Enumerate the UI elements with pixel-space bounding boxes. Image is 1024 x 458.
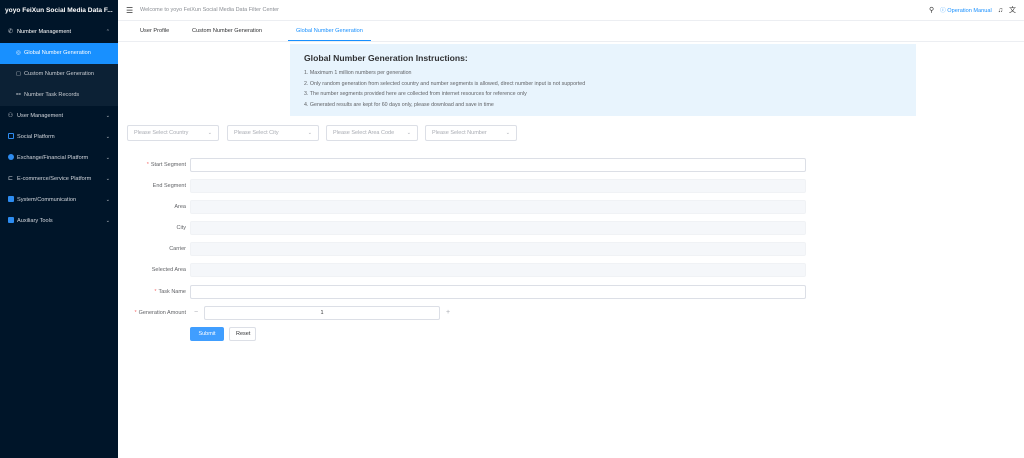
document-icon: ▢ <box>15 64 22 85</box>
manual-label: Operation Manual <box>947 8 991 14</box>
chevron-down-icon: ⌄ <box>506 126 510 140</box>
city-label: City <box>177 221 186 235</box>
generation-amount-input[interactable]: 1 <box>204 306 440 320</box>
menu-toggle-icon[interactable]: ☰ <box>126 6 133 15</box>
tools-icon <box>7 211 14 232</box>
area-code-select-placeholder: Please Select Area Code <box>333 130 394 136</box>
instruction-line: 1. Maximum 1 million numbers per generat… <box>304 68 902 79</box>
task-name-input[interactable] <box>190 285 806 299</box>
generation-amount-label: *Generation Amount <box>134 306 186 320</box>
sidebar-item-label: Number Management <box>17 29 71 35</box>
search-icon[interactable]: ⚲ <box>929 6 934 14</box>
brand-title: yoyo FeiXun Social Media Data F... <box>0 0 118 22</box>
top-header: ☰ Welcome to yoyo FeiXun Social Media Da… <box>118 0 1024 21</box>
tab-custom-number-generation[interactable]: Custom Number Generation <box>192 21 262 41</box>
sidebar: yoyo FeiXun Social Media Data F... ✆Numb… <box>0 0 118 458</box>
sidebar-item-system-communication[interactable]: System/Communication ⌄ <box>0 190 118 211</box>
chevron-down-icon: ⌄ <box>106 211 110 232</box>
sidebar-item-exchange-financial-platform[interactable]: Exchange/Financial Platform ⌄ <box>0 148 118 169</box>
area-label: Area <box>174 200 186 214</box>
form-row-area: Area <box>118 200 818 214</box>
start-segment-input[interactable] <box>190 158 806 172</box>
end-segment-input <box>190 179 806 193</box>
user-icon: ⚇ <box>7 106 14 127</box>
sidebar-item-social-platform[interactable]: Social Platform ⌄ <box>0 127 118 148</box>
selected-area-label: Selected Area <box>152 263 186 277</box>
number-select-placeholder: Please Select Number <box>432 130 487 136</box>
tab-bar: User Profile Custom Number Generation Gl… <box>118 21 1024 42</box>
form-row-carrier: Carrier <box>118 242 818 256</box>
selected-area-input <box>190 263 806 277</box>
sidebar-item-auxiliary-tools[interactable]: Auxiliary Tools ⌄ <box>0 211 118 232</box>
city-select-placeholder: Please Select City <box>234 130 279 136</box>
sidebar-group-number-management[interactable]: ✆Number Management ⌃ <box>0 22 118 43</box>
country-select[interactable]: Please Select Country ⌄ <box>127 125 219 141</box>
area-input <box>190 200 806 214</box>
chevron-down-icon: ⌄ <box>208 126 212 140</box>
instruction-line: 2. Only random generation from selected … <box>304 79 902 90</box>
phone-app-icon <box>7 190 14 211</box>
header-actions: ⚲ ⓘ Operation Manual ♫ 文 <box>929 0 1016 20</box>
instruction-line: 4. Generated results are kept for 60 day… <box>304 100 902 111</box>
sidebar-item-number-task-records[interactable]: ⚯Number Task Records <box>0 85 118 106</box>
form-row-city: City <box>118 221 818 235</box>
translate-icon[interactable]: 文 <box>1009 5 1016 15</box>
form-row-selected-area: Selected Area <box>118 263 818 277</box>
instructions-panel: Global Number Generation Instructions: 1… <box>290 44 916 116</box>
coin-icon <box>7 148 14 169</box>
phone-icon: ✆ <box>7 22 14 43</box>
chevron-down-icon: ⌄ <box>106 148 110 169</box>
sidebar-item-global-number-generation[interactable]: ◎Global Number Generation <box>0 43 118 64</box>
carrier-input <box>190 242 806 256</box>
form-row-task-name: *Task Name <box>118 285 818 299</box>
task-name-label: *Task Name <box>154 285 186 299</box>
start-segment-label: *Start Segment <box>147 158 186 172</box>
sidebar-item-ecommerce-service-platform[interactable]: ⊏E-commerce/Service Platform ⌄ <box>0 169 118 190</box>
carrier-label: Carrier <box>169 242 186 256</box>
welcome-text: Welcome to yoyo FeiXun Social Media Data… <box>140 0 279 20</box>
instruction-line: 3. The number segments provided here are… <box>304 89 902 100</box>
form-row-end-segment: End Segment <box>118 179 818 193</box>
chevron-down-icon: ⌄ <box>407 126 411 140</box>
city-select[interactable]: Please Select City ⌄ <box>227 125 319 141</box>
sidebar-item-label: Global Number Generation <box>24 50 91 56</box>
sidebar-item-label: Number Task Records <box>24 92 79 98</box>
operation-manual-link[interactable]: ⓘ Operation Manual <box>940 6 992 14</box>
country-select-placeholder: Please Select Country <box>134 130 188 136</box>
sidebar-item-label: E-commerce/Service Platform <box>17 176 91 182</box>
sidebar-item-user-management[interactable]: ⚇User Management ⌄ <box>0 106 118 127</box>
tab-user-profile[interactable]: User Profile <box>140 21 169 41</box>
tab-global-number-generation[interactable]: Global Number Generation <box>288 21 371 41</box>
globe-icon: ◎ <box>15 43 22 64</box>
chevron-up-icon: ⌃ <box>106 22 110 43</box>
sidebar-item-label: User Management <box>17 113 63 119</box>
city-input <box>190 221 806 235</box>
reset-button[interactable]: Reset <box>229 327 256 341</box>
chat-icon <box>7 127 14 148</box>
sidebar-item-label: Custom Number Generation <box>24 71 94 77</box>
sidebar-item-label: Social Platform <box>17 134 55 140</box>
chevron-down-icon: ⌄ <box>106 169 110 190</box>
chevron-down-icon: ⌄ <box>308 126 312 140</box>
submit-button[interactable]: Submit <box>190 327 224 341</box>
instructions-title: Global Number Generation Instructions: <box>304 53 902 63</box>
number-select[interactable]: Please Select Number ⌄ <box>425 125 517 141</box>
cart-icon: ⊏ <box>7 169 14 190</box>
increment-button[interactable]: + <box>442 306 454 320</box>
sidebar-item-label: Auxiliary Tools <box>17 218 53 224</box>
sidebar-item-label: System/Communication <box>17 197 76 203</box>
chevron-down-icon: ⌄ <box>106 127 110 148</box>
end-segment-label: End Segment <box>153 179 186 193</box>
link-icon: ⚯ <box>15 85 22 106</box>
chevron-down-icon: ⌄ <box>106 106 110 127</box>
bell-icon[interactable]: ♫ <box>998 7 1003 14</box>
form-row-start-segment: *Start Segment <box>118 158 818 172</box>
sidebar-item-label: Exchange/Financial Platform <box>17 155 88 161</box>
chevron-down-icon: ⌄ <box>106 190 110 211</box>
decrement-button[interactable]: − <box>190 306 202 320</box>
generation-amount-stepper: − 1 + <box>190 306 452 320</box>
area-code-select[interactable]: Please Select Area Code ⌄ <box>326 125 418 141</box>
sidebar-item-custom-number-generation[interactable]: ▢Custom Number Generation <box>0 64 118 85</box>
